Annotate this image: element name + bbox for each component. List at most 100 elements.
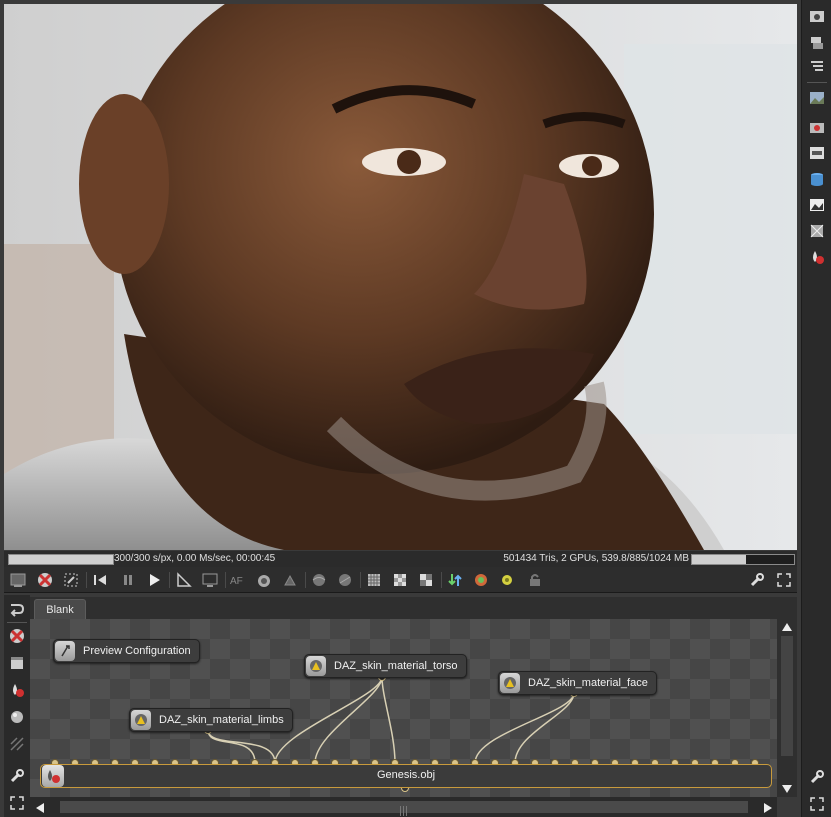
expand-icon — [810, 797, 824, 811]
post-process-button[interactable] — [807, 143, 827, 163]
render-target-button[interactable] — [807, 169, 827, 189]
region-select-icon — [64, 573, 78, 587]
node-label: DAZ_skin_material_limbs — [159, 714, 284, 726]
import-arrows-icon — [448, 574, 462, 586]
right-toolbar — [801, 0, 831, 817]
graph-clear-button[interactable] — [7, 626, 27, 646]
scroll-up-icon[interactable] — [781, 622, 793, 632]
live-db-button[interactable] — [471, 570, 491, 590]
materials-button[interactable] — [807, 247, 827, 267]
viewport-coarse-button[interactable] — [416, 570, 436, 590]
scroll-left-icon[interactable] — [35, 802, 45, 814]
expand-icon — [10, 796, 24, 810]
camera-imager-button[interactable] — [807, 117, 827, 137]
graph-layout-button[interactable] — [7, 599, 27, 619]
camera-motion-button[interactable] — [309, 570, 329, 590]
monitor-image-icon — [10, 573, 26, 587]
scroll-right-icon[interactable] — [763, 802, 773, 814]
node-daz-skin-material-face[interactable]: DAZ_skin_material_face — [498, 671, 657, 695]
display-icon — [202, 573, 218, 587]
environment-image-icon — [810, 92, 824, 104]
right-preferences-button[interactable] — [807, 767, 827, 787]
scene-layers-button[interactable] — [807, 33, 827, 53]
node-graph-canvas[interactable]: Preview Configuration DAZ_skin_material_… — [30, 619, 777, 797]
node-wire — [207, 729, 276, 764]
set-focus-button[interactable] — [174, 570, 194, 590]
vertical-scroll-thumb[interactable] — [781, 636, 793, 756]
node-preview-configuration[interactable]: Preview Configuration — [53, 639, 200, 663]
preview-config-icon — [55, 641, 75, 661]
expand-icon — [777, 573, 791, 587]
layers-icon — [811, 37, 823, 49]
render-settings-button[interactable] — [497, 570, 517, 590]
arrange-nodes-icon — [10, 604, 25, 617]
outliner-button[interactable] — [807, 56, 827, 76]
render-image — [4, 4, 797, 550]
tab-blank[interactable]: Blank — [34, 599, 86, 620]
horizontal-scroll-thumb[interactable] — [60, 801, 748, 816]
auto-focus-button[interactable]: AF — [228, 570, 248, 590]
object-picker-icon — [284, 574, 296, 586]
node-label: Preview Configuration — [83, 645, 191, 657]
graph-object-button[interactable] — [7, 734, 27, 754]
graph-film-button[interactable] — [7, 653, 27, 673]
graph-preferences-button[interactable] — [7, 766, 27, 786]
object-motion-button[interactable] — [335, 570, 355, 590]
node-daz-skin-material-torso[interactable]: DAZ_skin_material_torso — [304, 654, 467, 678]
display-settings-button[interactable] — [200, 570, 220, 590]
image-viewer-button[interactable] — [8, 570, 28, 590]
material-node-icon — [131, 710, 151, 730]
render-viewport[interactable] — [4, 4, 797, 550]
graph-vertical-scrollbar[interactable] — [777, 619, 797, 797]
wrench-icon — [810, 770, 824, 784]
skip-back-icon — [94, 575, 106, 585]
checker-medium-icon — [394, 574, 406, 586]
camera-settings-button[interactable] — [807, 6, 827, 26]
import-button[interactable] — [445, 570, 465, 590]
film-icon — [810, 147, 824, 159]
node-label: DAZ_skin_material_face — [528, 677, 648, 689]
graph-fullscreen-button[interactable] — [7, 793, 27, 813]
lock-button[interactable] — [525, 570, 545, 590]
focus-picker-icon — [177, 572, 192, 587]
render-progress-bar — [8, 554, 114, 565]
restart-render-button[interactable] — [90, 570, 110, 590]
scroll-down-icon[interactable] — [781, 784, 793, 794]
camera-sphere-icon — [312, 574, 326, 586]
node-wire — [207, 729, 256, 764]
node-wire — [381, 676, 396, 764]
camera-icon — [810, 11, 824, 22]
object-picker-button[interactable] — [280, 570, 300, 590]
graph-horizontal-scrollbar[interactable] — [30, 797, 777, 817]
play-icon — [150, 574, 160, 586]
node-label: Genesis.obj — [376, 769, 436, 781]
camera-imager-icon — [810, 123, 824, 133]
material-picker-button[interactable] — [254, 570, 274, 590]
pause-icon — [124, 575, 132, 585]
fullscreen-button[interactable] — [774, 570, 794, 590]
render-stats-text: 300/300 s/px, 0.00 Ms/sec, 00:00:45 — [114, 553, 276, 564]
viewport-medium-button[interactable] — [390, 570, 410, 590]
node-genesis-obj[interactable]: Genesis.obj — [40, 764, 772, 788]
environment-button[interactable] — [807, 88, 827, 108]
picture-icon — [810, 199, 824, 211]
clear-render-button[interactable] — [35, 570, 55, 590]
viewport-quality-button[interactable] — [364, 570, 384, 590]
node-daz-skin-material-limbs[interactable]: DAZ_skin_material_limbs — [129, 708, 293, 732]
clapper-icon — [11, 657, 23, 669]
material-drop-icon — [813, 251, 824, 264]
image-settings-button[interactable] — [807, 195, 827, 215]
pause-render-button[interactable] — [118, 570, 138, 590]
render-clear-icon — [38, 573, 52, 587]
material-node-icon — [500, 673, 520, 693]
graph-tab-bar: Blank — [30, 597, 797, 620]
region-render-button[interactable] — [61, 570, 81, 590]
right-fullscreen-button[interactable] — [807, 794, 827, 814]
node-label: DAZ_skin_material_torso — [334, 660, 458, 672]
texture-button[interactable] — [807, 221, 827, 241]
graph-material-button[interactable] — [7, 680, 27, 700]
preferences-button[interactable] — [747, 570, 767, 590]
graph-texture-button[interactable] — [7, 707, 27, 727]
start-render-button[interactable] — [144, 570, 164, 590]
bug-gear-icon — [502, 575, 512, 585]
